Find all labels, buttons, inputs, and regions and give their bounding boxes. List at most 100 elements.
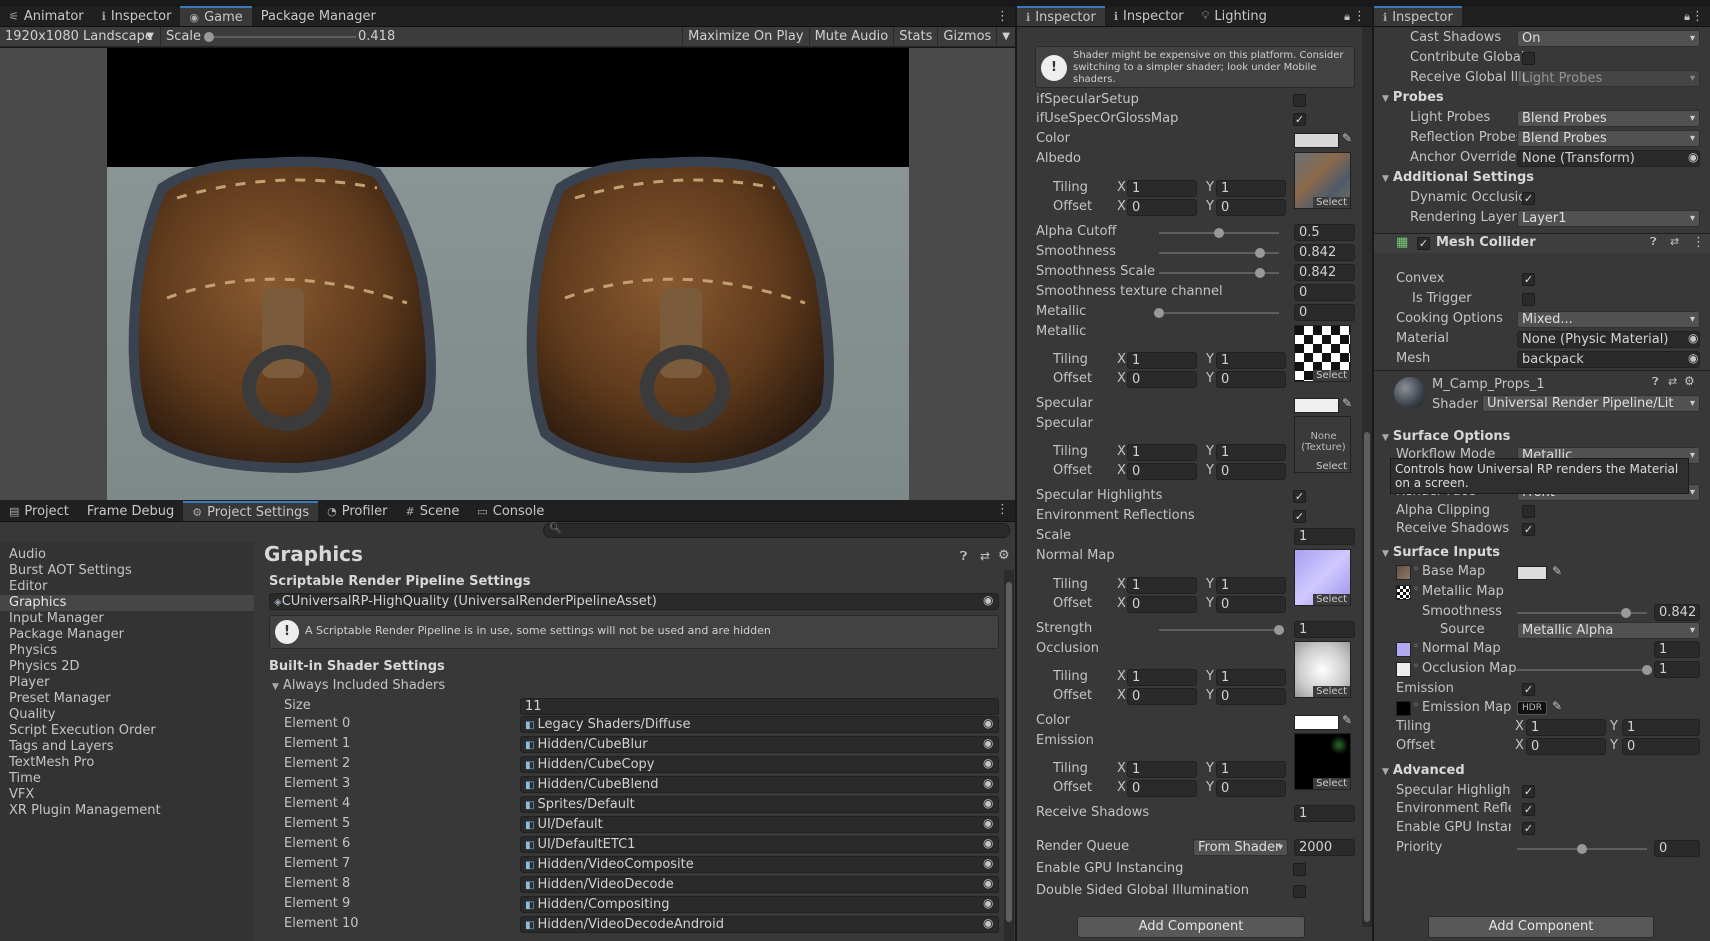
toggle-checkbox[interactable]: ✓	[1522, 683, 1535, 696]
help-icon[interactable]: ❓︎	[1650, 235, 1657, 249]
shader-field[interactable]: ◧ Hidden/CubeCopy	[520, 756, 999, 773]
slider-track[interactable]	[1159, 625, 1284, 635]
object-picker-icon[interactable]: ◉	[1688, 351, 1698, 365]
sidebar-item[interactable]: Quality	[0, 707, 254, 723]
value-field[interactable]: 1	[1216, 180, 1286, 197]
sidebar-item[interactable]: Physics 2D	[0, 659, 254, 675]
help-icon[interactable]: ❓︎	[960, 549, 967, 564]
sidebar-item[interactable]: Tags and Layers	[0, 739, 254, 755]
value-field[interactable]: 1	[1127, 669, 1197, 686]
dropdown[interactable]: Blend Probes	[1517, 130, 1700, 147]
value-field[interactable]: 1	[1654, 661, 1700, 678]
lock-icon[interactable]: 🔒︎	[1684, 10, 1690, 24]
help-icon[interactable]: ❓︎	[1652, 375, 1659, 389]
object-picker-icon[interactable]: ◉	[983, 856, 993, 870]
value-field[interactable]: 0	[1127, 780, 1197, 797]
value-field[interactable]: 1	[1127, 180, 1197, 197]
always-included-foldout[interactable]: ▼ Always Included Shaders	[272, 678, 445, 693]
shader-field[interactable]: ◧ UI/DefaultETC1	[520, 836, 999, 853]
slider-knob[interactable]	[1577, 844, 1587, 854]
toggle-checkbox[interactable]: ✓	[1522, 803, 1535, 816]
scale-slider-knob[interactable]	[204, 31, 214, 42]
value-field[interactable]: 0.842	[1294, 244, 1355, 261]
sidebar-item[interactable]: Input Manager	[0, 611, 254, 627]
map-thumbnail[interactable]	[1396, 642, 1411, 657]
toggle-checkbox[interactable]: ✓	[1522, 822, 1535, 835]
specular-texture[interactable]: None (Texture) Select	[1294, 416, 1351, 473]
value-field[interactable]: 1	[1216, 352, 1286, 369]
section-foldout[interactable]: ▼ Additional Settings	[1382, 170, 1534, 185]
object-picker-icon[interactable]: ◉	[983, 816, 993, 830]
toggle-checkbox[interactable]: ✓	[1293, 510, 1306, 523]
slider-knob[interactable]	[1255, 268, 1266, 278]
value-field[interactable]: 1	[1127, 444, 1197, 461]
sidebar-item[interactable]: Editor	[0, 579, 254, 595]
tab-game[interactable]: ◉ Game	[180, 6, 252, 26]
toggle-checkbox[interactable]: ✓	[1522, 192, 1535, 205]
sidebar-item[interactable]: Audio	[0, 547, 254, 563]
slider-knob[interactable]	[1154, 308, 1164, 318]
gizmos-dropdown-icon[interactable]: ▼	[996, 26, 1015, 47]
object-picker-icon[interactable]: ◉	[983, 756, 993, 770]
emission-texture[interactable]: Select	[1294, 733, 1351, 790]
value-field[interactable]: 0	[1526, 738, 1606, 755]
shader-field[interactable]: ◧ Legacy Shaders/Diffuse	[520, 716, 999, 733]
tab-frame-debug[interactable]: Frame Debug	[78, 501, 183, 521]
value-field[interactable]: 1	[1216, 669, 1286, 686]
eyedropper-icon[interactable]: ✎	[1342, 713, 1352, 727]
priority-slider[interactable]	[1517, 844, 1647, 854]
slider-knob[interactable]	[1274, 625, 1284, 635]
shader-field[interactable]: ◧ Hidden/VideoDecode	[520, 876, 999, 893]
tab-inspector-right[interactable]: ℹ Inspector	[1374, 6, 1462, 26]
object-picker-icon[interactable]: ◉	[983, 776, 993, 790]
shader-field[interactable]: ◧ Sprites/Default	[520, 796, 999, 813]
color-swatch[interactable]	[1294, 715, 1339, 730]
settings-scrollbar[interactable]	[1004, 570, 1014, 941]
slider-knob[interactable]	[1214, 228, 1224, 238]
slider-track[interactable]	[1154, 308, 1279, 318]
toggle-checkbox[interactable]: ✓	[1293, 113, 1306, 126]
toggle-checkbox[interactable]	[1522, 52, 1535, 65]
select-button[interactable]: Select	[1313, 197, 1350, 208]
shader-field[interactable]: ◧ Hidden/Compositing	[520, 896, 999, 913]
mid-inspector-menu-icon[interactable]: ⋮	[1353, 9, 1366, 24]
preset-icon[interactable]: ⇄	[1670, 235, 1679, 248]
value-field[interactable]: 0	[1216, 199, 1286, 216]
section-foldout[interactable]: ▼ Probes	[1382, 90, 1444, 105]
slider-track[interactable]	[1517, 608, 1647, 618]
object-picker-icon[interactable]: ◉	[983, 796, 993, 810]
sidebar-item[interactable]: XR Plugin Management	[0, 803, 254, 819]
game-menu-icon[interactable]: ⋮	[996, 9, 1009, 24]
gear-icon[interactable]: ⚙	[1684, 374, 1695, 388]
receive-gi-dropdown[interactable]: Light Probes	[1517, 70, 1700, 87]
slider-track[interactable]	[1159, 268, 1279, 278]
tab-inspector-1[interactable]: ℹ Inspector	[1017, 6, 1105, 26]
value-field[interactable]: 1	[1127, 577, 1197, 594]
object-picker-icon[interactable]: ◉	[983, 736, 993, 750]
shader-field[interactable]: ◧ UI/Default	[520, 816, 999, 833]
slider-knob[interactable]	[1621, 608, 1632, 618]
sidebar-item[interactable]: Package Manager	[0, 627, 254, 643]
occlusion-texture[interactable]: Select	[1294, 641, 1351, 698]
stats-button[interactable]: Stats	[893, 26, 937, 47]
value-field[interactable]: 1	[1216, 577, 1286, 594]
color-swatch[interactable]	[1294, 133, 1339, 148]
dropdown[interactable]: Universal Render Pipeline/Lit	[1482, 395, 1700, 412]
map-thumbnail[interactable]	[1396, 585, 1411, 600]
object-picker-icon[interactable]: ◉	[1688, 331, 1698, 345]
toggle-checkbox[interactable]	[1293, 885, 1306, 898]
value-field[interactable]: None (Physic Material)	[1517, 331, 1700, 348]
resolution-dropdown[interactable]: 1920x1080 Landscape ▼	[0, 27, 160, 47]
shader-field[interactable]: ◧ Hidden/VideoComposite	[520, 856, 999, 873]
sidebar-item[interactable]: Preset Manager	[0, 691, 254, 707]
game-view[interactable]	[0, 48, 1015, 500]
toggle-checkbox[interactable]: ✓	[1417, 237, 1430, 250]
toggle-checkbox[interactable]	[1293, 863, 1306, 876]
value-field[interactable]: 0	[1654, 840, 1700, 857]
value-field[interactable]: 1	[1216, 761, 1286, 778]
sidebar-item[interactable]: Graphics	[0, 595, 254, 611]
value-field[interactable]: 0	[1216, 463, 1286, 480]
select-button[interactable]: Select	[1313, 594, 1350, 605]
object-picker-icon[interactable]: ◦	[1413, 700, 1419, 711]
tab-profiler[interactable]: ◔ Profiler	[318, 501, 396, 521]
